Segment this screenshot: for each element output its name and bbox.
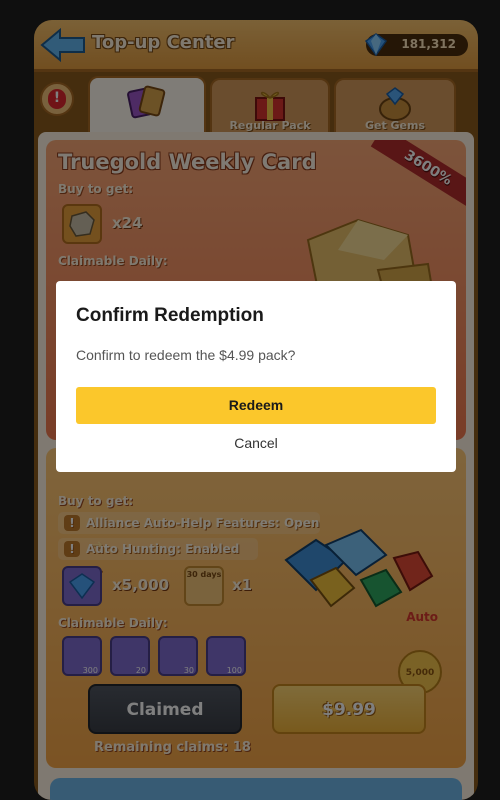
dialog-message: Confirm to redeem the $4.99 pack?	[76, 347, 296, 363]
confirm-dialog: Confirm Redemption Confirm to redeem the…	[56, 281, 456, 472]
redeem-button[interactable]: Redeem	[76, 387, 436, 424]
cancel-button[interactable]: Cancel	[216, 435, 296, 457]
dialog-title: Confirm Redemption	[76, 305, 264, 326]
